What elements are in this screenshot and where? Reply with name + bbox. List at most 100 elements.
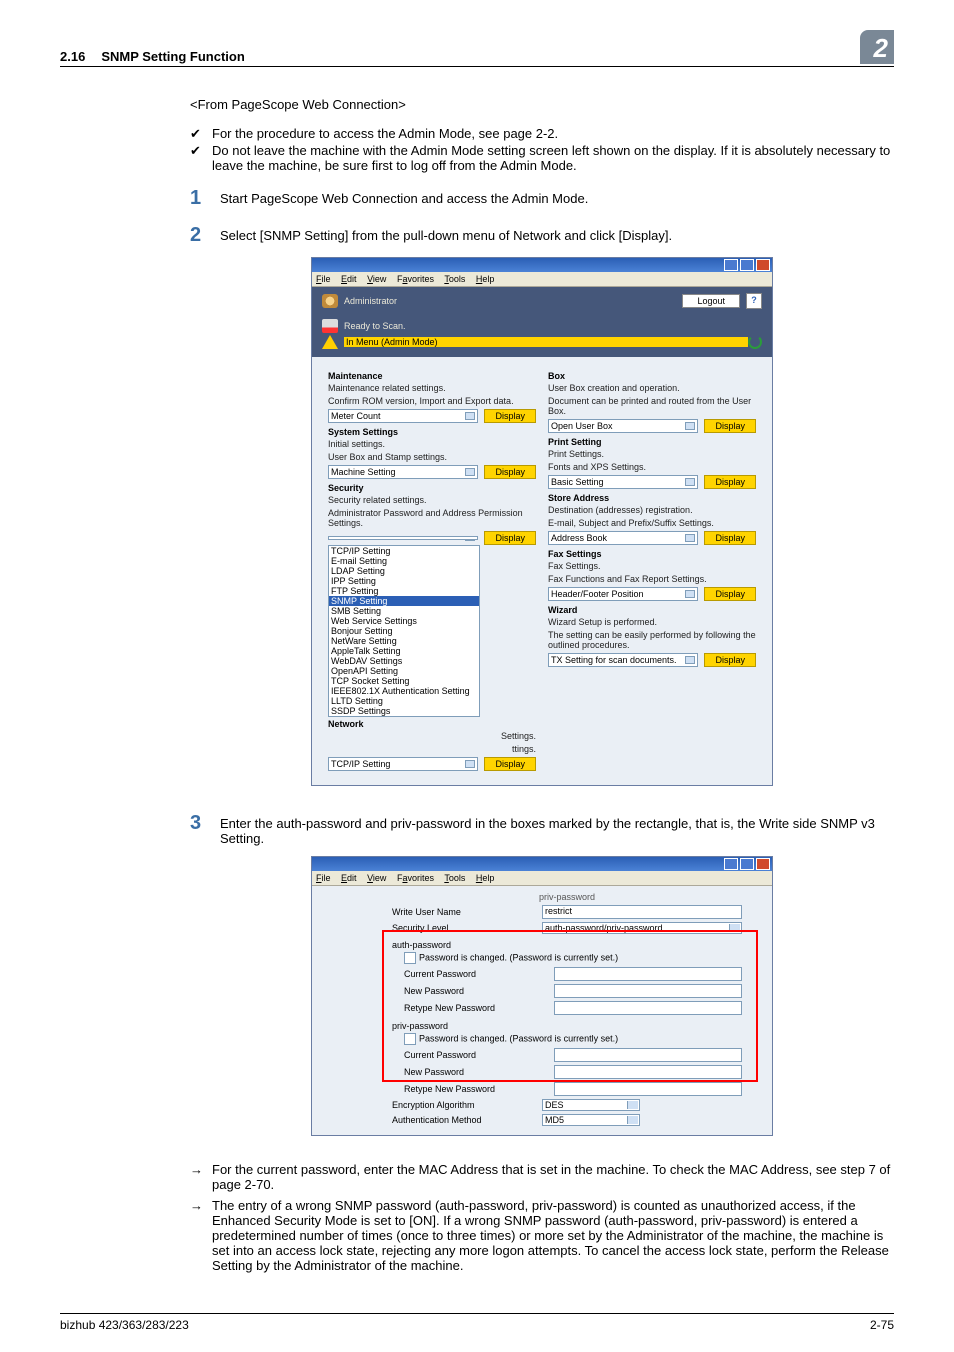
close-icon[interactable] (756, 858, 770, 870)
dropdown-item[interactable]: WebDAV Settings (329, 656, 479, 666)
menu-help[interactable]: Help (476, 274, 495, 284)
menu-help[interactable]: Help (476, 873, 495, 883)
menu-tools[interactable]: Tools (444, 274, 465, 284)
maximize-icon[interactable] (740, 858, 754, 870)
logout-button[interactable]: Logout (682, 294, 740, 308)
select-auth-method[interactable]: MD5 (542, 1114, 640, 1126)
checklist-item: For the procedure to access the Admin Mo… (190, 126, 894, 141)
input-retype-password[interactable] (554, 1001, 742, 1015)
display-button[interactable]: Display (704, 419, 756, 433)
menu-edit[interactable]: Edit (341, 873, 357, 883)
dropdown-item[interactable]: AppleTalk Setting (329, 646, 479, 656)
display-button[interactable]: Display (704, 587, 756, 601)
select-box[interactable]: Open User Box (548, 419, 698, 433)
refresh-icon[interactable] (748, 335, 762, 349)
select-encryption-algorithm[interactable]: DES (542, 1099, 640, 1111)
select-wizard[interactable]: TX Setting for scan documents. (548, 653, 698, 667)
card-desc: Document can be printed and routed from … (548, 396, 756, 416)
menu-file[interactable]: File (316, 873, 331, 883)
dropdown-item[interactable]: TCP/IP Setting (329, 546, 479, 556)
dropdown-item[interactable]: Bonjour Setting (329, 626, 479, 636)
display-button[interactable]: Display (484, 531, 536, 545)
card-title-maintenance: Maintenance (328, 371, 536, 381)
select-security-level[interactable]: auth-password/priv-password (542, 922, 742, 934)
card-title-security: Security (328, 483, 536, 493)
display-button[interactable]: Display (484, 465, 536, 479)
status-ready: Ready to Scan. (344, 321, 406, 331)
label-retype-password: Retype New Password (404, 1003, 554, 1013)
display-button[interactable]: Display (484, 409, 536, 423)
input-write-user-name[interactable]: restrict (542, 905, 742, 919)
note-arrow: The entry of a wrong SNMP password (auth… (190, 1198, 894, 1273)
help-icon[interactable]: ? (746, 293, 762, 309)
menu-edit[interactable]: Edit (341, 274, 357, 284)
dropdown-item[interactable]: SMB Setting (329, 606, 479, 616)
menu-tools[interactable]: Tools (444, 873, 465, 883)
dropdown-item[interactable]: OpenAPI Setting (329, 666, 479, 676)
label-priv-password: priv-password (392, 1021, 742, 1031)
dropdown-item[interactable]: NetWare Setting (329, 636, 479, 646)
label-current-password: Current Password (404, 969, 554, 979)
dropdown-item[interactable]: IPP Setting (329, 576, 479, 586)
card-desc: E-mail, Subject and Prefix/Suffix Settin… (548, 518, 756, 528)
card-desc: Print Settings. (548, 449, 756, 459)
card-desc: Fax Settings. (548, 561, 756, 571)
label-write-user-name: Write User Name (392, 907, 542, 917)
menu-view[interactable]: View (367, 873, 386, 883)
checkbox-password-changed[interactable] (404, 952, 416, 964)
label-auth-method: Authentication Method (392, 1115, 542, 1125)
select-maintenance[interactable]: Meter Count (328, 409, 478, 423)
label-password-changed: Password is changed. (Password is curren… (419, 952, 618, 962)
menu-favorites[interactable]: Favorites (397, 873, 434, 883)
menu-view[interactable]: View (367, 274, 386, 284)
close-icon[interactable] (756, 259, 770, 271)
display-button[interactable]: Display (704, 475, 756, 489)
card-desc: Wizard Setup is performed. (548, 617, 756, 627)
minimize-icon[interactable] (724, 858, 738, 870)
select-store[interactable]: Address Book (548, 531, 698, 545)
menu-favorites[interactable]: Favorites (397, 274, 434, 284)
checkbox-password-changed[interactable] (404, 1033, 416, 1045)
input-current-password[interactable] (554, 1048, 742, 1062)
card-title-wizard: Wizard (548, 605, 756, 615)
menu-file[interactable]: File (316, 274, 331, 284)
display-button[interactable]: Display (704, 653, 756, 667)
label-auth-password: auth-password (392, 940, 742, 950)
footer-left: bizhub 423/363/283/223 (60, 1318, 189, 1332)
user-icon (322, 294, 338, 308)
dropdown-item[interactable]: E-mail Setting (329, 556, 479, 566)
display-button[interactable]: Display (704, 531, 756, 545)
footer-right: 2-75 (870, 1318, 894, 1332)
dropdown-item[interactable]: LLTD Setting (329, 696, 479, 706)
dropdown-item[interactable]: IEEE802.1X Authentication Setting (329, 686, 479, 696)
select-system[interactable]: Machine Setting (328, 465, 478, 479)
display-button[interactable]: Display (484, 757, 536, 771)
input-new-password[interactable] (554, 984, 742, 998)
input-new-password[interactable] (554, 1065, 742, 1079)
card-desc: User Box creation and operation. (548, 383, 756, 393)
dropdown-item[interactable]: LDAP Setting (329, 566, 479, 576)
dropdown-item[interactable]: SSDP Settings (329, 706, 479, 716)
card-desc: ttings. (328, 744, 536, 754)
select-network[interactable]: TCP/IP Setting (328, 757, 478, 771)
card-desc: The setting can be easily performed by f… (548, 630, 756, 650)
maximize-icon[interactable] (740, 259, 754, 271)
step-number: 2 (190, 224, 220, 247)
dropdown-item[interactable]: TCP Socket Setting (329, 676, 479, 686)
dropdown-item[interactable]: FTP Setting (329, 586, 479, 596)
minimize-icon[interactable] (724, 259, 738, 271)
card-title-network: Network (328, 719, 536, 729)
note-arrow: For the current password, enter the MAC … (190, 1162, 894, 1192)
input-current-password[interactable] (554, 967, 742, 981)
step-text: Start PageScope Web Connection and acces… (220, 187, 894, 206)
card-title-store: Store Address (548, 493, 756, 503)
select-security[interactable] (328, 536, 478, 540)
select-print[interactable]: Basic Setting (548, 475, 698, 489)
input-retype-password[interactable] (554, 1082, 742, 1096)
label-retype-password: Retype New Password (404, 1084, 554, 1094)
card-desc: Initial settings. (328, 439, 536, 449)
select-fax[interactable]: Header/Footer Position (548, 587, 698, 601)
card-desc: Destination (addresses) registration. (548, 505, 756, 515)
dropdown-item-selected[interactable]: SNMP Setting (329, 596, 479, 606)
dropdown-item[interactable]: Web Service Settings (329, 616, 479, 626)
